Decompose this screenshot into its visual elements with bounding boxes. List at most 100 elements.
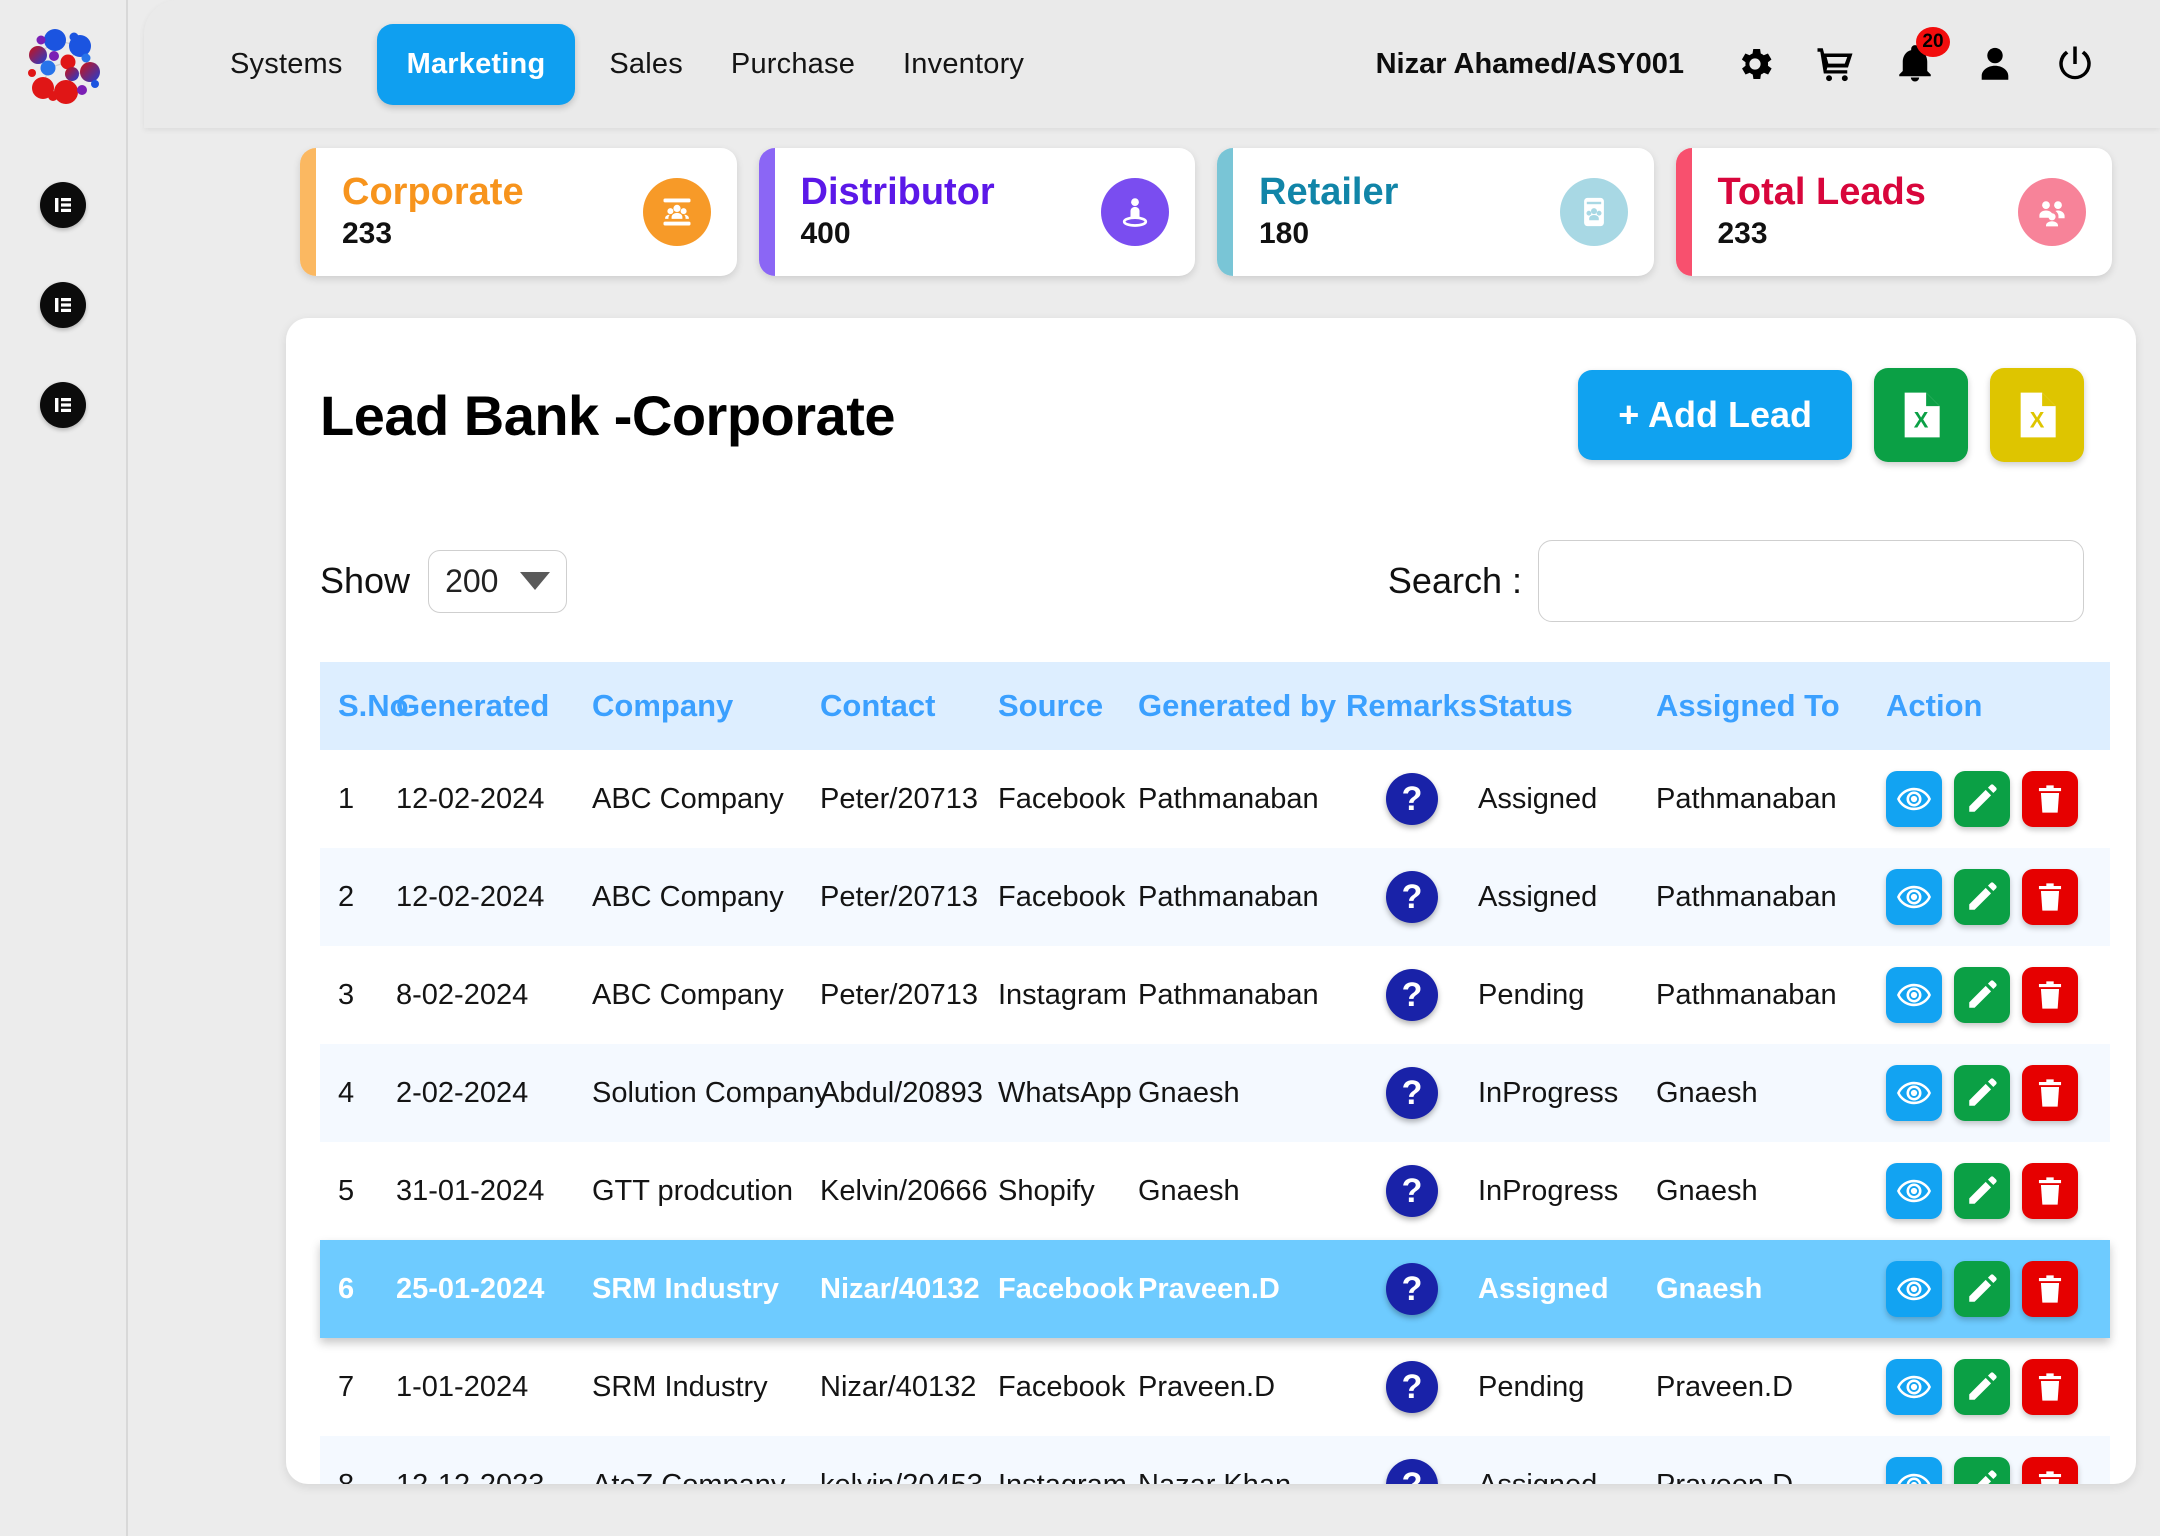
elementor-icon[interactable] — [40, 282, 86, 328]
cell-generated-by: Gnaesh — [1138, 1174, 1240, 1207]
edit-button[interactable] — [1954, 869, 2010, 925]
add-lead-button[interactable]: + Add Lead — [1578, 370, 1852, 460]
view-button[interactable] — [1886, 1457, 1942, 1484]
question-mark-icon[interactable]: ? — [1386, 773, 1438, 825]
col-generated-by[interactable]: Generated by — [1138, 662, 1346, 750]
cell-company: GTT prodcution — [592, 1174, 793, 1207]
cell-source: WhatsApp — [998, 1076, 1132, 1109]
show-entries-select[interactable]: 200 — [428, 549, 568, 613]
action-buttons — [1886, 771, 2110, 827]
view-button[interactable] — [1886, 1065, 1942, 1121]
stat-label: Total Leads — [1717, 171, 1926, 214]
cell-action — [1886, 1142, 2110, 1240]
delete-button[interactable] — [2022, 1065, 2078, 1121]
view-button[interactable] — [1886, 771, 1942, 827]
stat-card-corporate[interactable]: Corporate 233 — [300, 148, 737, 276]
stat-card-retailer[interactable]: Retailer 180 — [1217, 148, 1654, 276]
edit-button[interactable] — [1954, 771, 2010, 827]
col-contact[interactable]: Contact — [820, 662, 998, 750]
elementor-icon[interactable] — [40, 382, 86, 428]
col-company[interactable]: Company — [592, 662, 820, 750]
eye-icon — [1897, 1473, 1931, 1484]
col-status[interactable]: Status — [1478, 662, 1656, 750]
nav-tab-inventory[interactable]: Inventory — [879, 48, 1048, 81]
edit-button[interactable] — [1954, 1457, 2010, 1484]
nav-tab-marketing[interactable]: Marketing — [376, 23, 576, 105]
col-action[interactable]: Action — [1886, 662, 2110, 750]
cell-company: ABC Company — [592, 880, 784, 913]
stat-card-distributor[interactable]: Distributor 400 — [758, 148, 1195, 276]
elementor-icon[interactable] — [40, 182, 86, 228]
table-row[interactable]: 6 25-01-2024 SRM Industry Nizar/40132 Facebo… — [320, 1240, 2110, 1338]
cell-assigned-to: Praveen.D — [1656, 1370, 1794, 1403]
table-row[interactable]: 3 8-02-2024 ABC Company Peter/20713 Instagra… — [320, 946, 2110, 1044]
cell-source: Instagram — [998, 1436, 1138, 1485]
trash-icon — [2038, 785, 2062, 813]
delete-button[interactable] — [2022, 967, 2078, 1023]
edit-button[interactable] — [1954, 1065, 2010, 1121]
bell-icon[interactable]: 20 — [1892, 27, 1950, 87]
delete-button[interactable] — [2022, 771, 2078, 827]
nav-tab-purchase[interactable]: Purchase — [707, 48, 879, 81]
trash-icon — [2038, 1275, 2062, 1303]
view-button[interactable] — [1886, 1163, 1942, 1219]
view-button[interactable] — [1886, 1261, 1942, 1317]
question-mark-icon[interactable]: ? — [1386, 1361, 1438, 1413]
table-row[interactable]: 2 12-02-2024 ABC Company Peter/20713 Faceboo… — [320, 848, 2110, 946]
cell-status: Assigned — [1478, 782, 1598, 815]
edit-button[interactable] — [1954, 1163, 2010, 1219]
delete-button[interactable] — [2022, 1261, 2078, 1317]
cell-company: AtoZ Company — [592, 1436, 820, 1485]
cart-icon[interactable] — [1812, 41, 1858, 87]
trash-icon — [2038, 1079, 2062, 1107]
delete-button[interactable] — [2022, 1163, 2078, 1219]
edit-button[interactable] — [1954, 967, 2010, 1023]
col-remarks[interactable]: Remarks — [1346, 662, 1478, 750]
cell-assigned-to: Gnaesh — [1656, 1076, 1758, 1109]
question-mark-icon[interactable]: ? — [1386, 1263, 1438, 1315]
export-excel-green-button[interactable]: X — [1874, 368, 1968, 462]
edit-button[interactable] — [1954, 1359, 2010, 1415]
cell-contact: Nizar/40132 — [820, 1272, 980, 1305]
table-header-row: S.No Generated Company Contact Source Ge… — [320, 662, 2110, 750]
col-generated[interactable]: Generated — [396, 662, 592, 750]
cell-sno: 5 — [338, 1174, 355, 1207]
search-input[interactable] — [1538, 540, 2084, 622]
edit-button[interactable] — [1954, 1261, 2010, 1317]
export-excel-yellow-button[interactable]: X — [1990, 368, 2084, 462]
table-row[interactable]: 5 31-01-2024 GTT prodcution Kelvin/20666 Sho… — [320, 1142, 2110, 1240]
nav-tab-sales[interactable]: Sales — [585, 48, 707, 81]
user-icon[interactable] — [1972, 41, 2018, 87]
stat-value: 180 — [1259, 216, 1310, 250]
table-row[interactable]: 4 2-02-2024 Solution Company Abdul/20893 Wha… — [320, 1044, 2110, 1142]
question-mark-icon[interactable]: ? — [1386, 969, 1438, 1021]
cell-contact: Nizar/40132 — [820, 1370, 977, 1403]
table-row[interactable]: 7 1-01-2024 SRM Industry Nizar/40132 Faceboo… — [320, 1338, 2110, 1436]
power-icon[interactable] — [2052, 41, 2098, 87]
view-button[interactable] — [1886, 869, 1942, 925]
col-sno[interactable]: S.No — [320, 662, 409, 750]
stat-card-total-leads[interactable]: Total Leads 233 — [1675, 148, 2112, 276]
corporate-group-icon — [642, 178, 711, 246]
delete-button[interactable] — [2022, 869, 2078, 925]
delete-button[interactable] — [2022, 1457, 2078, 1484]
view-button[interactable] — [1886, 1359, 1942, 1415]
col-assigned-to[interactable]: Assigned To — [1656, 662, 1886, 750]
cell-sno: 7 — [338, 1370, 355, 1403]
col-source[interactable]: Source — [998, 662, 1138, 750]
cell-contact: kelvin/20453 — [820, 1436, 998, 1485]
nav-tab-systems[interactable]: Systems — [206, 48, 367, 81]
eye-icon — [1897, 885, 1931, 909]
gear-icon[interactable] — [1732, 41, 1778, 87]
question-mark-icon[interactable]: ? — [1386, 1459, 1438, 1484]
question-mark-icon[interactable]: ? — [1386, 1067, 1438, 1119]
eye-icon — [1897, 1375, 1931, 1399]
table-row[interactable]: 1 12-02-2024 ABC Company Peter/20713 Faceboo… — [320, 750, 2110, 848]
cell-contact: Peter/20713 — [820, 782, 979, 815]
view-button[interactable] — [1886, 967, 1942, 1023]
table-row[interactable]: 812-12-2023AtoZ Companykelvin/20453Insta… — [320, 1436, 2110, 1484]
question-mark-icon[interactable]: ? — [1386, 1165, 1438, 1217]
question-mark-icon[interactable]: ? — [1386, 871, 1438, 923]
delete-button[interactable] — [2022, 1359, 2078, 1415]
cell-source: Facebook — [998, 880, 1126, 913]
